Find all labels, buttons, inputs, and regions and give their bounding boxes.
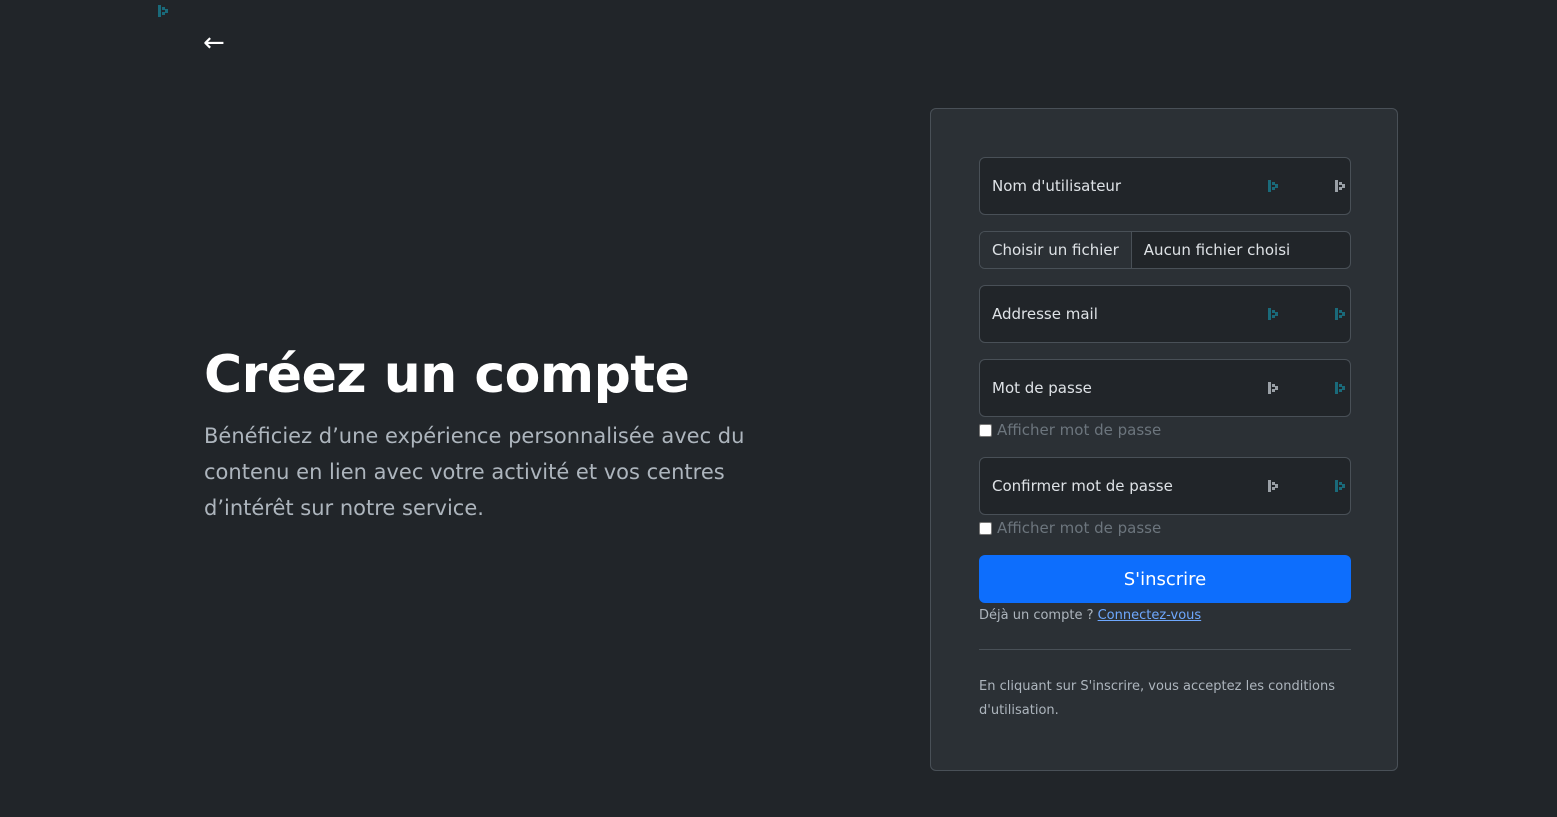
show-confirm-password-label: Afficher mot de passe	[997, 519, 1162, 537]
email-field: Addresse mail	[979, 285, 1351, 343]
show-password-checkbox[interactable]	[979, 423, 992, 437]
extension-icon[interactable]	[1334, 479, 1346, 493]
show-password-row: Afficher mot de passe	[979, 417, 1351, 443]
hero-section: Créez un compte Bénéficiez d’une expérie…	[204, 340, 764, 526]
password-input[interactable]	[980, 360, 1350, 416]
extension-icon[interactable]	[1334, 179, 1346, 193]
username-input[interactable]	[980, 158, 1350, 214]
extension-icon[interactable]	[1334, 307, 1346, 321]
show-confirm-password-row: Afficher mot de passe	[979, 515, 1351, 541]
signup-button[interactable]: S'inscrire	[979, 555, 1351, 603]
login-prompt: Déjà un compte ? Connectez-vous	[979, 608, 1351, 623]
email-input[interactable]	[980, 286, 1350, 342]
signup-page: ← Créez un compte Bénéficiez d’une expér…	[0, 0, 1557, 817]
signup-form: Nom d'utilisateur Choisir un fichier Auc…	[979, 157, 1351, 723]
file-status: Aucun fichier choisi	[1143, 241, 1291, 259]
has-account-text: Déjà un compte ?	[979, 608, 1098, 623]
extension-icon[interactable]	[1267, 381, 1279, 395]
terms-text: En cliquant sur S'inscrire, vous accepte…	[979, 679, 1335, 718]
confirm-password-input[interactable]	[980, 458, 1350, 514]
extension-icon	[158, 5, 168, 17]
page-subtitle: Bénéficiez d’une expérience personnalisé…	[204, 424, 745, 520]
extension-icon[interactable]	[1267, 479, 1279, 493]
username-field: Nom d'utilisateur	[979, 157, 1351, 215]
avatar-file-input[interactable]: Choisir un fichier Aucun fichier choisi	[979, 231, 1351, 269]
confirm-password-field: Confirmer mot de passe	[979, 457, 1351, 515]
login-link[interactable]: Connectez-vous	[1098, 608, 1202, 623]
choose-file-button[interactable]: Choisir un fichier	[980, 232, 1132, 268]
show-confirm-password-checkbox[interactable]	[979, 521, 992, 535]
page-title: Créez un compte	[204, 345, 690, 405]
show-password-label: Afficher mot de passe	[997, 421, 1162, 439]
extension-icon[interactable]	[1267, 307, 1279, 321]
extension-icon[interactable]	[1267, 179, 1279, 193]
password-field: Mot de passe	[979, 359, 1351, 417]
extension-icon[interactable]	[1334, 381, 1346, 395]
back-arrow-icon[interactable]: ←	[203, 26, 225, 60]
signup-card: Nom d'utilisateur Choisir un fichier Auc…	[930, 108, 1398, 771]
divider	[979, 649, 1351, 650]
